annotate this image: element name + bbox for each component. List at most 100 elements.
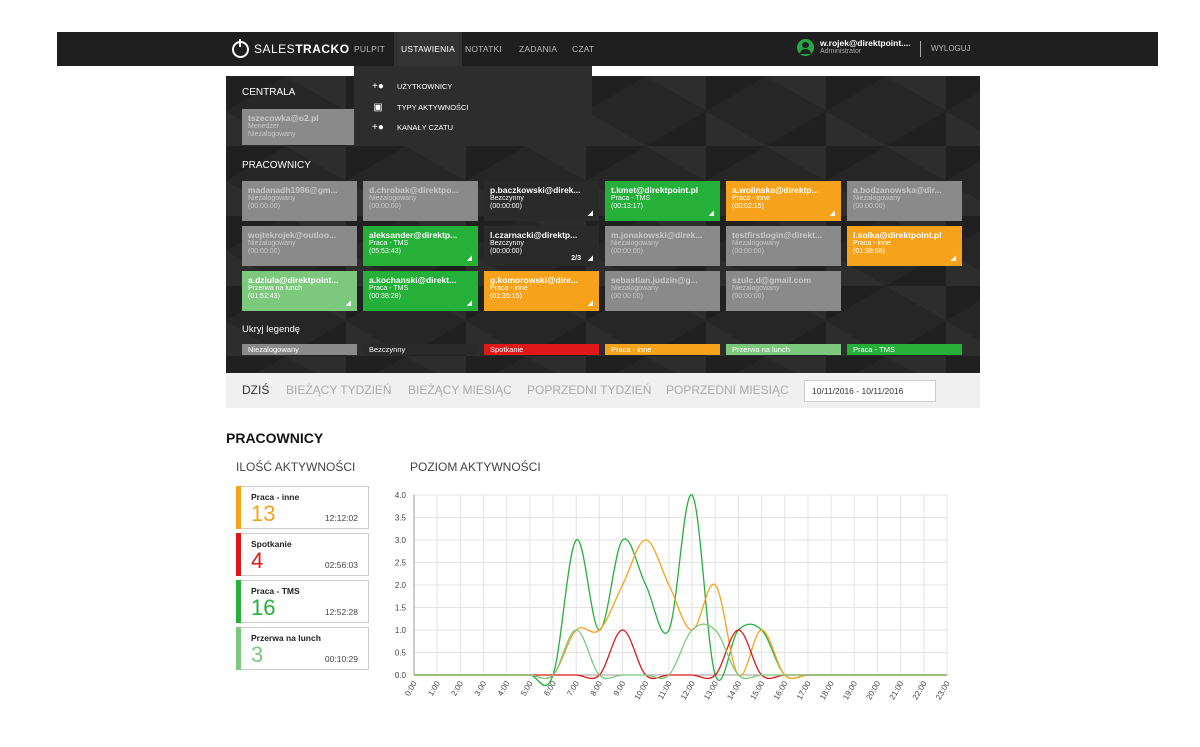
signal-icon[interactable]: ◢ — [588, 209, 593, 217]
tile-email: m.jonakowski@direk... — [611, 230, 703, 240]
user-role: Administrator — [820, 48, 862, 55]
logout-link[interactable]: WYLOGUJ — [931, 32, 971, 66]
tile-time: (00:00:00) — [369, 203, 401, 210]
logo-power-icon — [232, 38, 249, 58]
worker-tile[interactable]: a.kochanski@direkt... Praca - TMS (00:38:2… — [363, 271, 478, 311]
x-tick-label: 7:00 — [565, 679, 581, 697]
tile-time: (00:00:00) — [611, 293, 643, 300]
series-line-0 — [414, 494, 947, 687]
menu-item-label: KANAŁY CZATU — [397, 123, 453, 132]
tile-status: Praca - TMS — [369, 285, 409, 292]
signal-icon[interactable]: ◢ — [588, 254, 593, 262]
worker-tile[interactable]: a.bodzanowska@dir... Niezalogowany (00:00:… — [847, 181, 962, 221]
tile-status: Praca - inne — [853, 240, 891, 247]
logo-text-light: SALES — [254, 42, 296, 56]
y-tick-label: 0.0 — [395, 671, 407, 680]
tile-email: aleksander@direktp... — [369, 230, 458, 240]
x-tick-label: 3:00 — [473, 679, 489, 697]
signal-icon[interactable]: ◢ — [951, 254, 956, 262]
stat-card-przerwa: Przerwa na lunch 3 00:10:29 — [236, 627, 369, 670]
worker-tile[interactable]: t.kmet@direktpoint.pl Praca - TMS (00:13:1… — [605, 181, 720, 221]
nav-notatki[interactable]: NOTATKI — [465, 32, 502, 66]
stat-time: 12:12:02 — [324, 513, 358, 523]
nav-ustawienia[interactable]: USTAWIENIA — [394, 32, 462, 66]
series-line-2 — [414, 629, 947, 680]
date-range-input[interactable]: 10/11/2016 - 10/11/2016 — [804, 380, 936, 402]
settings-dropdown: +● UŻYTKOWNICY ▣ TYPY AKTYWNOŚCI +● KANA… — [354, 66, 592, 146]
worker-tile[interactable]: wojtekrojek@outloo... Niezalogowany (00:00… — [242, 226, 357, 266]
menu-item-users[interactable]: +● UŻYTKOWNICY — [372, 81, 452, 92]
tile-status: Niezalogowany — [732, 285, 780, 292]
stat-time: 00:10:29 — [324, 654, 358, 664]
worker-tile[interactable]: szulc.d@gmail.com Niezalogowany (00:00:00) — [726, 271, 841, 311]
worker-tile[interactable]: m.jonakowski@direk... Niezalogowany (00:00… — [605, 226, 720, 266]
nav-pulpit[interactable]: PULPIT — [354, 32, 385, 66]
x-tick-label: 11:00 — [656, 679, 674, 701]
signal-icon[interactable]: ◢ — [709, 209, 714, 217]
tile-time: (00:00:00) — [490, 203, 522, 210]
stat-time: 02:56:03 — [324, 560, 358, 570]
tile-status: Niezalogowany — [611, 240, 659, 247]
tile-email: a.kochanski@direkt... — [369, 275, 457, 285]
stat-count: 13 — [251, 501, 276, 526]
tile-time: (00:38:28) — [369, 293, 401, 300]
tile-time: (00:00:00) — [853, 203, 885, 210]
y-tick-label: 0.5 — [395, 649, 407, 658]
tile-status: Praca - TMS — [611, 195, 651, 202]
tile-time: (00:02:15) — [732, 203, 764, 210]
hide-legend-toggle[interactable]: Ukryj legendę — [242, 324, 300, 335]
tab-today[interactable]: DZIŚ — [242, 373, 269, 408]
worker-tile[interactable]: aleksander@direktp... Praca - TMS (05:53:4… — [363, 226, 478, 266]
worker-tile[interactable]: g.komorowski@dire... Praca - inne (01:35:1… — [484, 271, 599, 311]
add-user-icon: +● — [372, 81, 384, 92]
tile-time: (00:00:00) — [248, 248, 280, 255]
nav-czat[interactable]: CZAT — [572, 32, 594, 66]
worker-tile[interactable]: madanadh1986@gm... Niezalogowany (00:00:00… — [242, 181, 357, 221]
tile-count: 2/3 — [571, 255, 581, 262]
legend-item: Niezalogowany — [242, 344, 357, 355]
tile-time: (00:00:00) — [732, 293, 764, 300]
logo-text-bold: TRACKO — [295, 42, 350, 56]
series-line-3 — [414, 623, 947, 680]
signal-icon[interactable]: ◢ — [467, 299, 472, 307]
tile-email: a.dziula@direktpoint... — [248, 275, 339, 285]
stat-count: 4 — [251, 548, 264, 573]
tile-time: (01:38:58) — [853, 248, 885, 255]
tile-status: Praca - inne — [490, 285, 528, 292]
legend-item: Praca - inne — [605, 344, 720, 355]
signal-icon[interactable]: ◢ — [588, 299, 593, 307]
tile-role: Menedżer — [248, 123, 280, 130]
user-menu[interactable]: w.rojek@direktpoint.... Administrator — [797, 38, 911, 56]
logo[interactable]: SALES TRACKO — [232, 38, 350, 58]
tab-previous-week[interactable]: POPRZEDNI TYDZIEŃ — [527, 373, 651, 408]
x-tick-label: 20:00 — [864, 679, 882, 701]
tile-time: (00:00:00) — [732, 248, 764, 255]
tile-email: tszecowka@o2.pl — [248, 113, 319, 123]
worker-tile[interactable]: d.chrobak@direktpo... Niezalogowany (00:00… — [363, 181, 478, 221]
worker-tile[interactable]: testfirstlogin@direkt... Niezalogowany (00… — [726, 226, 841, 266]
tile-email: g.komorowski@dire... — [490, 275, 579, 285]
y-tick-label: 2.5 — [395, 559, 407, 568]
worker-tile[interactable]: p.baczkowski@direk... Bezczynny (00:00:00)… — [484, 181, 599, 221]
worker-tile[interactable]: sebastian.judzin@g... Niezalogowany (00:00… — [605, 271, 720, 311]
tile-status: Niezalogowany — [732, 240, 780, 247]
signal-icon[interactable]: ◢ — [467, 254, 472, 262]
menu-item-chat-channels[interactable]: +● KANAŁY CZATU — [372, 122, 453, 133]
tile-status: Niezalogowany — [853, 195, 901, 202]
worker-tile[interactable]: a.wolinska@direktp... Praca - inne (00:02:… — [726, 181, 841, 221]
signal-icon[interactable]: ◢ — [830, 209, 835, 217]
tile-email: szulc.d@gmail.com — [732, 275, 812, 285]
tab-current-week[interactable]: BIEŻĄCY TYDZIEŃ — [286, 373, 392, 408]
tab-previous-month[interactable]: POPRZEDNI MIESIĄC — [666, 373, 789, 408]
tab-current-month[interactable]: BIEŻĄCY MIESIĄC — [408, 373, 512, 408]
menu-item-activity-types[interactable]: ▣ TYPY AKTYWNOŚCI — [372, 102, 468, 113]
worker-tile[interactable]: l.czarnacki@direktp... Bezczynny (00:00:00… — [484, 226, 599, 266]
central-tile[interactable]: tszecowka@o2.pl Menedżer Niezalogowany — [242, 109, 370, 145]
worker-tile[interactable]: l.solka@direktpoint.pl Praca - inne (01:38… — [847, 226, 962, 266]
nav-zadania[interactable]: ZADANIA — [519, 32, 557, 66]
signal-icon[interactable]: ◢ — [346, 299, 351, 307]
x-tick-label: 1:00 — [426, 679, 442, 697]
worker-tile[interactable]: a.dziula@direktpoint... Przerwa na lunch(… — [242, 271, 357, 311]
tile-time: (00:00:00) — [248, 203, 280, 210]
stat-time: 12:52:28 — [324, 607, 358, 617]
